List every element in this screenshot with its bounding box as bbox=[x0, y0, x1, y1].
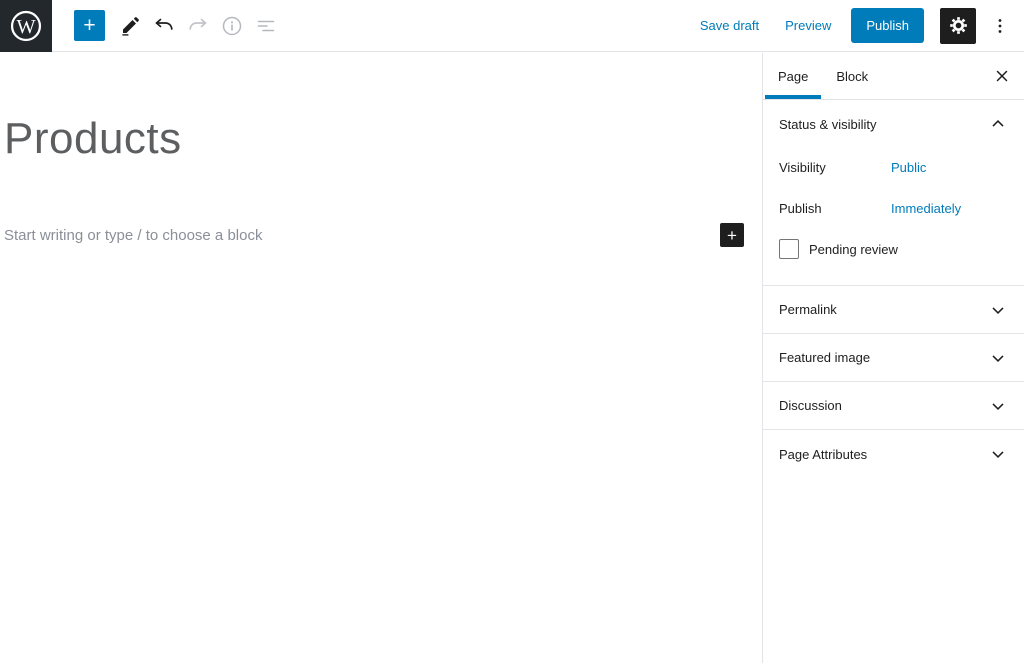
header-actions: Save draft Preview Publish bbox=[700, 7, 1024, 44]
publish-value-button[interactable]: Immediately bbox=[891, 201, 961, 216]
panel-discussion[interactable]: Discussion bbox=[763, 382, 1024, 430]
pencil-icon bbox=[118, 14, 142, 38]
chevron-down-icon bbox=[988, 396, 1008, 416]
ellipsis-icon bbox=[988, 14, 1012, 38]
tab-block[interactable]: Block bbox=[823, 53, 881, 99]
list-view-icon bbox=[254, 14, 278, 38]
tab-page[interactable]: Page bbox=[765, 53, 822, 99]
preview-button[interactable]: Preview bbox=[785, 18, 831, 33]
gear-icon bbox=[948, 15, 969, 36]
panel-title: Page Attributes bbox=[779, 446, 868, 462]
save-draft-button[interactable]: Save draft bbox=[700, 18, 759, 33]
editor-canvas: Products Start writing or type / to choo… bbox=[0, 53, 760, 663]
editor-top-bar: W + Save draft Preview Publish bbox=[0, 0, 1024, 52]
status-visibility-panel-toggle[interactable]: Status & visibility bbox=[779, 114, 1008, 134]
panel-title: Discussion bbox=[779, 398, 842, 413]
block-inserter-toggle-button[interactable]: + bbox=[74, 10, 105, 41]
panel-title: Status & visibility bbox=[779, 116, 877, 132]
pending-review-row: Pending review bbox=[779, 239, 1008, 259]
wordpress-logo-icon: W bbox=[8, 8, 44, 44]
add-block-button[interactable]: + bbox=[720, 223, 744, 247]
list-view-button[interactable] bbox=[249, 8, 283, 44]
svg-text:W: W bbox=[16, 15, 36, 37]
paragraph-block-placeholder[interactable]: Start writing or type / to choose a bloc… bbox=[4, 227, 262, 244]
visibility-value-button[interactable]: Public bbox=[891, 160, 926, 175]
status-visibility-panel: Status & visibility Visibility Public Pu… bbox=[763, 100, 1024, 286]
chevron-down-icon bbox=[988, 444, 1008, 464]
panel-permalink[interactable]: Permalink bbox=[763, 286, 1024, 334]
close-sidebar-button[interactable] bbox=[986, 60, 1018, 92]
info-circle-icon bbox=[220, 14, 244, 38]
post-title-input[interactable]: Products bbox=[4, 117, 760, 161]
plus-icon: + bbox=[727, 225, 737, 245]
pending-review-label[interactable]: Pending review bbox=[809, 242, 898, 257]
panel-title: Permalink bbox=[779, 302, 837, 317]
publish-button[interactable]: Publish bbox=[851, 8, 924, 43]
panel-title: Featured image bbox=[779, 350, 871, 365]
undo-button[interactable] bbox=[147, 8, 181, 44]
sidebar-tabs: Page Block bbox=[763, 53, 1024, 100]
settings-sidebar: Page Block Status & visibility Visibilit… bbox=[762, 53, 1024, 663]
details-button[interactable] bbox=[215, 8, 249, 44]
panel-featured-image[interactable]: Featured image bbox=[763, 334, 1024, 382]
plus-icon: + bbox=[83, 14, 96, 37]
chevron-up-icon bbox=[988, 114, 1008, 134]
panel-page-attributes[interactable]: Page Attributes bbox=[763, 430, 1024, 478]
redo-arrow-icon bbox=[186, 14, 210, 38]
close-icon bbox=[994, 68, 1010, 84]
visibility-label: Visibility bbox=[779, 160, 826, 175]
chevron-down-icon bbox=[988, 348, 1008, 368]
tools-button[interactable] bbox=[113, 8, 147, 44]
pending-review-checkbox[interactable] bbox=[779, 239, 799, 259]
undo-arrow-icon bbox=[152, 14, 176, 38]
chevron-down-icon bbox=[988, 300, 1008, 320]
settings-toggle-button[interactable] bbox=[940, 7, 976, 44]
options-menu-button[interactable] bbox=[988, 8, 1012, 44]
visibility-row: Visibility Public bbox=[779, 160, 1008, 175]
redo-button[interactable] bbox=[181, 8, 215, 44]
wordpress-logo-button[interactable]: W bbox=[0, 0, 52, 52]
publish-row: Publish Immediately bbox=[779, 201, 1008, 216]
publish-label: Publish bbox=[779, 201, 822, 216]
